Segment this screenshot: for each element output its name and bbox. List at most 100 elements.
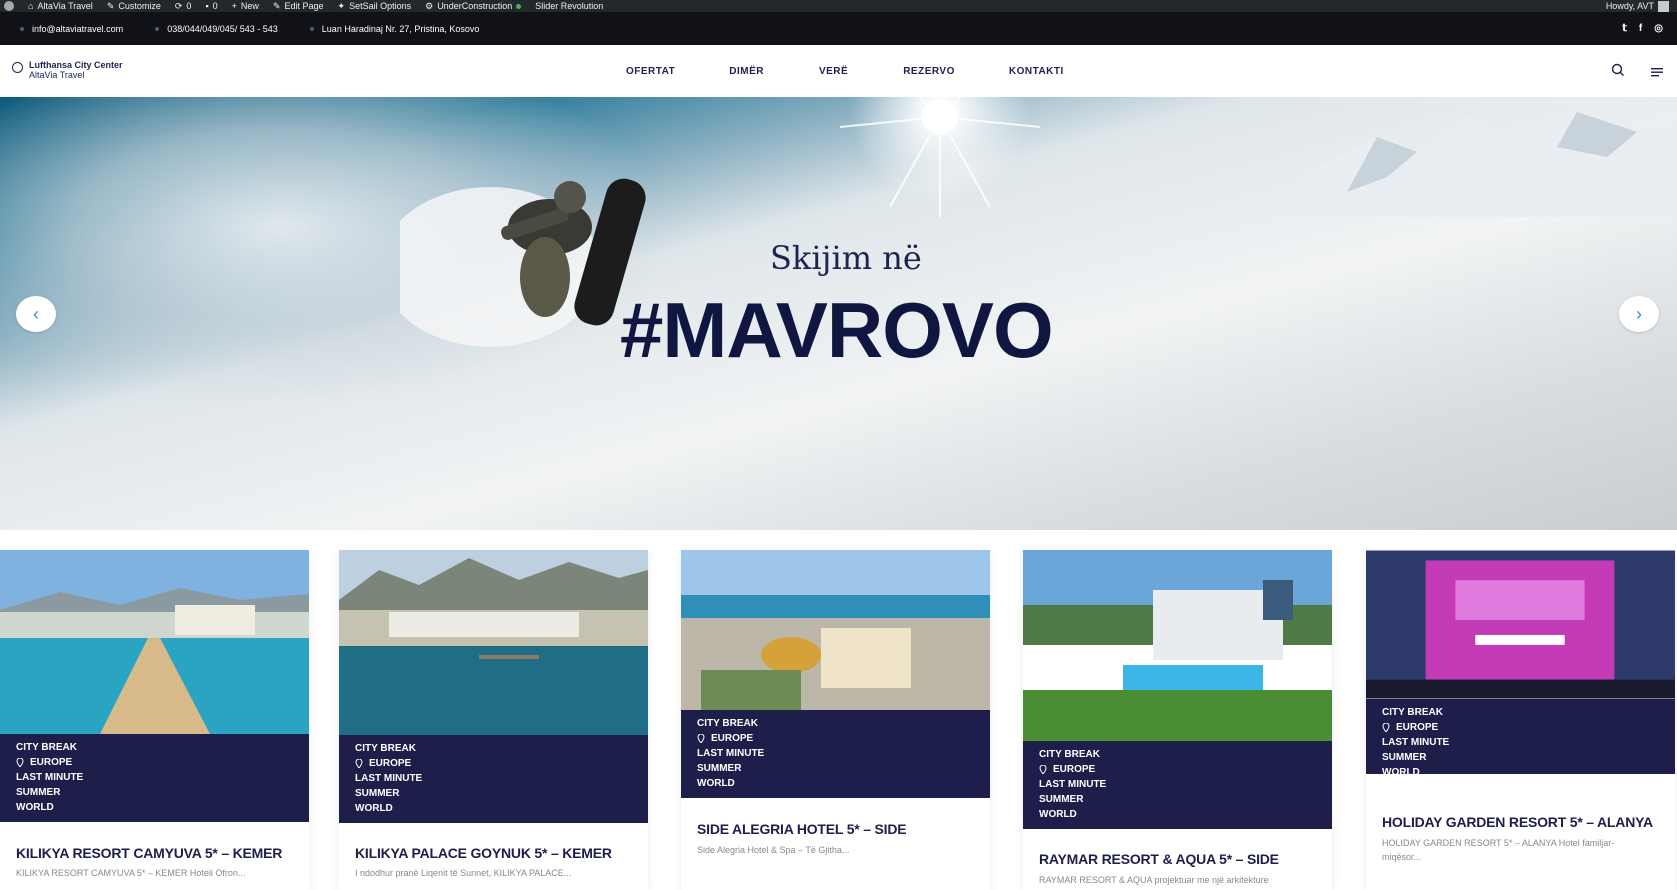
twitter-icon[interactable]: 𝕥 (1622, 23, 1627, 34)
customize-link[interactable]: ✎ Customize (107, 0, 161, 12)
hero-title: #MAVROVO (620, 286, 1054, 374)
tag-city-break[interactable]: CITY BREAK (1039, 747, 1316, 762)
tag-last-minute[interactable]: LAST MINUTE (1039, 777, 1316, 792)
offer-image[interactable] (681, 550, 990, 710)
phone-icon (155, 26, 160, 31)
edit-page-link[interactable]: ✎ Edit Page (273, 0, 324, 12)
offer-card[interactable]: CITY BREAK EUROPE LAST MINUTE SUMMER WOR… (339, 550, 648, 890)
offer-image[interactable] (1023, 550, 1332, 741)
status-dot-icon (516, 3, 522, 9)
tag-city-break[interactable]: CITY BREAK (697, 716, 974, 731)
offer-tags: CITY BREAK EUROPE LAST MINUTE SUMMER WOR… (0, 734, 309, 822)
chevron-right-icon: › (1636, 303, 1642, 324)
tag-summer[interactable]: SUMMER (355, 786, 632, 801)
tag-last-minute[interactable]: LAST MINUTE (1382, 735, 1659, 750)
nav-item-ofertat[interactable]: OFERTAT (626, 66, 675, 77)
tag-world[interactable]: WORLD (355, 801, 632, 816)
tag-summer[interactable]: SUMMER (1039, 792, 1316, 807)
gear-icon: ✦ (337, 1, 346, 11)
hero-slider[interactable]: Skijim në #MAVROVO ‹ › (0, 97, 1677, 530)
tag-city-break[interactable]: CITY BREAK (1382, 705, 1659, 720)
tag-city-break[interactable]: CITY BREAK (355, 741, 632, 756)
location-pin-icon (1039, 765, 1047, 774)
offer-title[interactable]: KILIKYA RESORT CAMYUVA 5* – KEMER (16, 845, 282, 861)
setsail-options-link[interactable]: ✦ SetSail Options (338, 0, 412, 12)
slider-prev-button[interactable]: ‹ (16, 296, 56, 332)
top-info-bar: info@altaviatravel.com 038/044/049/045/ … (0, 12, 1677, 45)
nav-item-rezervo[interactable]: REZERVO (903, 66, 955, 77)
tag-world[interactable]: WORLD (1382, 765, 1659, 780)
tag-summer[interactable]: SUMMER (697, 761, 974, 776)
location-pin-icon (1382, 723, 1390, 732)
tag-summer[interactable]: SUMMER (1382, 750, 1659, 765)
offer-image[interactable] (339, 550, 648, 735)
offer-title[interactable]: RAYMAR RESORT & AQUA 5* – SIDE (1039, 851, 1279, 867)
wp-admin-bar: ⌂ AltaVia Travel ✎ Customize ⟳ 0 ▪ 0 + New ✎ E… (0, 0, 1677, 12)
nav-item-kontakti[interactable]: KONTAKTI (1009, 66, 1064, 77)
account-menu[interactable]: Howdy, AVT (1606, 0, 1669, 12)
facebook-icon[interactable]: f (1639, 23, 1642, 34)
location-pin-icon (355, 759, 363, 768)
offer-card[interactable]: CITY BREAK EUROPE LAST MINUTE SUMMER WOR… (1023, 550, 1332, 890)
offer-description: HOLIDAY GARDEN RESORT 5* – ALANYA Hotel … (1382, 838, 1615, 862)
email-contact[interactable]: info@altaviatravel.com (20, 24, 123, 34)
offer-title[interactable]: HOLIDAY GARDEN RESORT 5* – ALANYA (1382, 814, 1653, 830)
slider-revolution-link[interactable]: Slider Revolution (535, 0, 603, 12)
brush-icon: ✎ (106, 1, 115, 11)
offer-card[interactable]: CITY BREAK EUROPE LAST MINUTE SUMMER WOR… (681, 550, 990, 890)
avatar (1658, 0, 1669, 12)
location-icon (309, 26, 314, 31)
new-content-menu[interactable]: + New (232, 0, 259, 12)
site-logo[interactable]: Lufthansa City Center AltaVia Travel (12, 60, 123, 80)
tag-last-minute[interactable]: LAST MINUTE (16, 770, 293, 785)
underconstruction-link[interactable]: ⚙ UnderConstruction (425, 0, 522, 12)
site-name-menu[interactable]: ⌂ AltaVia Travel (28, 0, 93, 12)
instagram-icon[interactable]: ◎ (1654, 23, 1663, 34)
address-contact: Luan Haradinaj Nr. 27, Pristina, Kosovo (309, 24, 479, 34)
offer-card[interactable]: CITY BREAK EUROPE LAST MINUTE SUMMER WOR… (1366, 550, 1675, 890)
tag-summer[interactable]: SUMMER (16, 785, 293, 800)
updates-link[interactable]: ⟳ 0 (175, 0, 192, 12)
search-icon[interactable] (1611, 63, 1625, 82)
slider-next-button[interactable]: › (1619, 296, 1659, 332)
lufthansa-logo-icon (12, 62, 23, 73)
tag-europe[interactable]: EUROPE (697, 731, 974, 746)
comment-icon: ▪ (205, 1, 209, 11)
wp-logo-menu[interactable] (4, 1, 14, 11)
offer-card[interactable]: CITY BREAK EUROPE LAST MINUTE SUMMER WOR… (0, 550, 309, 890)
tag-world[interactable]: WORLD (16, 800, 293, 815)
phone-contact[interactable]: 038/044/049/045/ 543 - 543 (155, 24, 278, 34)
offer-title[interactable]: KILIKYA PALACE GOYNUK 5* – KEMER (355, 845, 612, 861)
offer-description: RAYMAR RESORT & AQUA projektuar me një a… (1039, 875, 1269, 885)
offers-grid: CITY BREAK EUROPE LAST MINUTE SUMMER WOR… (0, 550, 1677, 890)
social-links: 𝕥 f ◎ (1622, 23, 1677, 34)
offer-description: I ndodhur pranë Liqenit të Sunnet, KILIK… (355, 868, 572, 878)
hero-subtitle: Skijim në (770, 239, 922, 277)
home-icon: ⌂ (28, 1, 34, 11)
tag-europe[interactable]: EUROPE (1382, 720, 1659, 735)
offer-tags: CITY BREAK EUROPE LAST MINUTE SUMMER WOR… (1023, 741, 1332, 829)
tag-last-minute[interactable]: LAST MINUTE (355, 771, 632, 786)
offer-image[interactable] (1366, 550, 1675, 699)
settings-icon: ⚙ (425, 1, 434, 11)
tag-last-minute[interactable]: LAST MINUTE (697, 746, 974, 761)
tag-world[interactable]: WORLD (1039, 807, 1316, 822)
tag-europe[interactable]: EUROPE (1039, 762, 1316, 777)
offer-image[interactable] (0, 550, 309, 734)
location-pin-icon (697, 734, 705, 743)
menu-icon[interactable] (1651, 64, 1663, 82)
tag-world[interactable]: WORLD (697, 776, 974, 791)
wordpress-icon (4, 1, 14, 11)
nav-item-dimer[interactable]: DIMËR (729, 66, 764, 77)
offer-tags: CITY BREAK EUROPE LAST MINUTE SUMMER WOR… (1366, 699, 1675, 778)
offer-title[interactable]: SIDE ALEGRIA HOTEL 5* – SIDE (697, 821, 907, 837)
plus-icon: + (231, 1, 237, 11)
tag-city-break[interactable]: CITY BREAK (16, 740, 293, 755)
logo-line-2: AltaVia Travel (29, 70, 85, 80)
tag-europe[interactable]: EUROPE (355, 756, 632, 771)
sun-icon (840, 97, 1040, 217)
comments-link[interactable]: ▪ 0 (205, 0, 217, 12)
site-header: Lufthansa City Center AltaVia Travel OFE… (0, 45, 1677, 97)
nav-item-vere[interactable]: VERË (819, 66, 848, 77)
tag-europe[interactable]: EUROPE (16, 755, 293, 770)
